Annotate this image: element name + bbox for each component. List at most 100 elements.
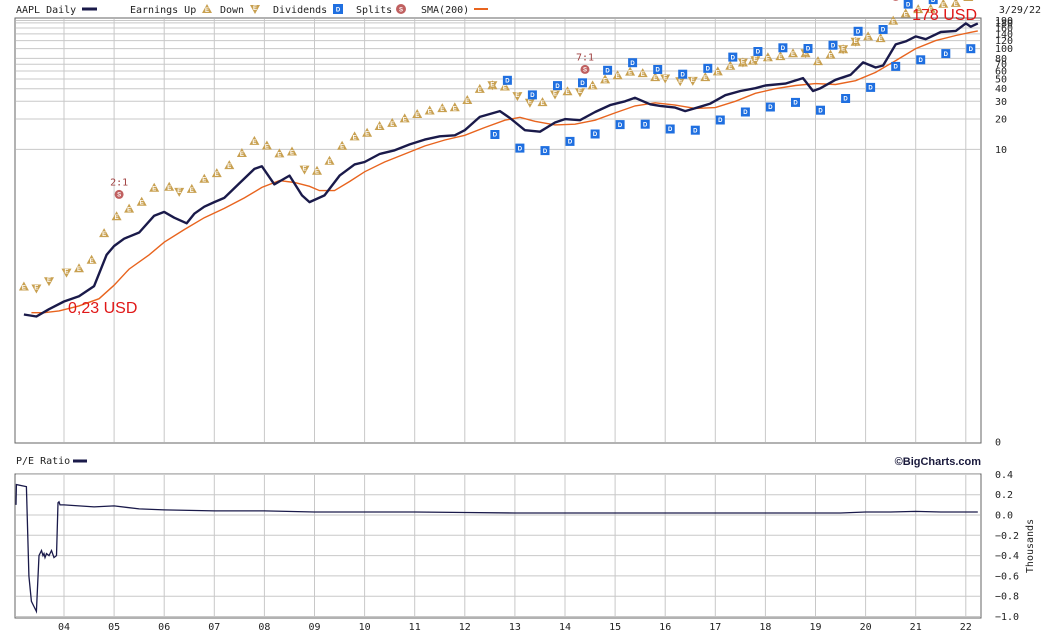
x-tick-label: 19 (809, 622, 821, 633)
split-marker: S (114, 189, 124, 199)
dividend-marker: D (916, 55, 926, 65)
price-y-tick-label: 20 (995, 115, 1007, 126)
dividend-marker: D (628, 58, 638, 68)
svg-text:E: E (966, 0, 970, 2)
earnings-up-marker: E (900, 8, 911, 18)
dividend-marker: D (928, 0, 938, 5)
dividend-marker: D (640, 119, 650, 129)
svg-text:D: D (718, 118, 723, 124)
svg-text:E: E (190, 188, 194, 194)
price-chart-svg: AAPL Daily Earnings Up E Down E Dividend… (14, 0, 1041, 633)
x-axis: 04 05 06 07 08 09 10 11 12 13 14 15 16 17 18 19 20 21 22 (58, 622, 972, 633)
dividend-marker: D (615, 120, 625, 130)
split-marker: S (580, 64, 590, 74)
pe-y-tick-label: 0.2 (995, 490, 1013, 501)
dividend-marker: D (791, 97, 800, 107)
svg-text:S: S (117, 193, 121, 199)
dividend-marker: D (553, 81, 562, 91)
svg-text:E: E (603, 78, 607, 84)
svg-text:E: E (641, 72, 645, 78)
low-price-annotation: 0,23 USD (68, 300, 137, 317)
svg-text:D: D (731, 55, 736, 61)
svg-text:D: D (793, 101, 798, 107)
svg-text:E: E (365, 132, 369, 138)
svg-text:E: E (528, 100, 532, 106)
svg-text:E: E (205, 8, 209, 14)
svg-text:E: E (167, 186, 171, 192)
dividend-marker: D (703, 63, 713, 73)
down-label: Down (220, 5, 244, 16)
dividend-marker: D (690, 125, 700, 135)
svg-text:E: E (152, 187, 156, 193)
dividend-marker: D (816, 105, 825, 115)
dividend-marker: D (590, 129, 600, 139)
dividend-marker: D (740, 107, 750, 117)
x-tick-label: 17 (709, 622, 721, 633)
legend-row: AAPL Daily Earnings Up E Down E Dividend… (16, 4, 1041, 16)
price-y-axis: 19018016014012010080706050403020100 (995, 16, 1013, 448)
svg-text:E: E (678, 78, 682, 84)
x-tick-label: 08 (258, 622, 270, 633)
svg-text:E: E (215, 172, 219, 178)
svg-text:E: E (353, 135, 357, 141)
svg-text:D: D (919, 58, 924, 64)
svg-text:E: E (741, 60, 745, 66)
pe-y-tick-label: −0.6 (995, 571, 1019, 582)
svg-text:E: E (64, 270, 68, 276)
svg-text:E: E (140, 201, 144, 207)
split-ratio-label: 2:1 (110, 177, 128, 188)
dividend-marker: D (603, 65, 613, 75)
svg-text:E: E (253, 6, 257, 12)
price-y-tick-label: 10 (995, 145, 1007, 156)
svg-text:D: D (693, 128, 698, 134)
svg-text:D: D (505, 79, 510, 85)
dividend-legend-icon: D (333, 4, 343, 14)
svg-text:E: E (378, 125, 382, 131)
svg-text:E: E (591, 84, 595, 90)
svg-text:E: E (515, 93, 519, 99)
svg-text:D: D (530, 93, 535, 99)
price-y-tick-label: 30 (995, 97, 1007, 108)
pe-y-tick-label: −0.2 (995, 531, 1019, 542)
svg-text:E: E (716, 70, 720, 76)
x-tick-label: 05 (108, 622, 120, 633)
svg-text:E: E (453, 106, 457, 112)
svg-text:E: E (465, 99, 469, 105)
svg-text:E: E (866, 35, 870, 41)
chart-date: 3/29/22 (999, 5, 1041, 16)
x-tick-label: 20 (860, 622, 872, 633)
svg-text:E: E (390, 122, 394, 128)
svg-text:D: D (656, 68, 661, 74)
svg-text:E: E (428, 110, 432, 116)
dividend-marker: D (578, 78, 587, 88)
pe-y-tick-label: 0.4 (995, 470, 1013, 481)
dividend-marker: D (540, 146, 550, 156)
split-legend-icon: S (396, 4, 406, 14)
svg-text:E: E (490, 82, 494, 88)
price-y-tick-label: 0 (995, 438, 1001, 449)
svg-text:D: D (580, 81, 585, 87)
svg-text:D: D (843, 97, 848, 103)
svg-text:E: E (127, 208, 131, 214)
svg-text:D: D (756, 50, 761, 56)
svg-text:D: D (643, 122, 648, 128)
x-tick-label: 15 (609, 622, 621, 633)
dividend-marker: D (941, 49, 951, 59)
svg-text:E: E (252, 140, 256, 146)
dividends-label: Dividends (273, 5, 327, 16)
x-tick-label: 10 (359, 622, 371, 633)
sma-label: SMA(200) (421, 5, 469, 16)
svg-text:E: E (728, 65, 732, 71)
x-tick-label: 22 (960, 622, 972, 633)
svg-text:E: E (879, 37, 883, 43)
svg-text:S: S (894, 0, 898, 1)
dividend-marker: D (678, 69, 688, 79)
splits-label: Splits (356, 5, 392, 16)
dividend-marker: D (565, 136, 575, 146)
high-price-annotation: 178 USD (912, 7, 977, 24)
svg-text:D: D (630, 61, 635, 67)
dividend-marker: D (866, 82, 876, 92)
svg-text:D: D (818, 108, 823, 114)
dividend-marker: D (841, 94, 851, 103)
svg-text:D: D (605, 69, 610, 75)
